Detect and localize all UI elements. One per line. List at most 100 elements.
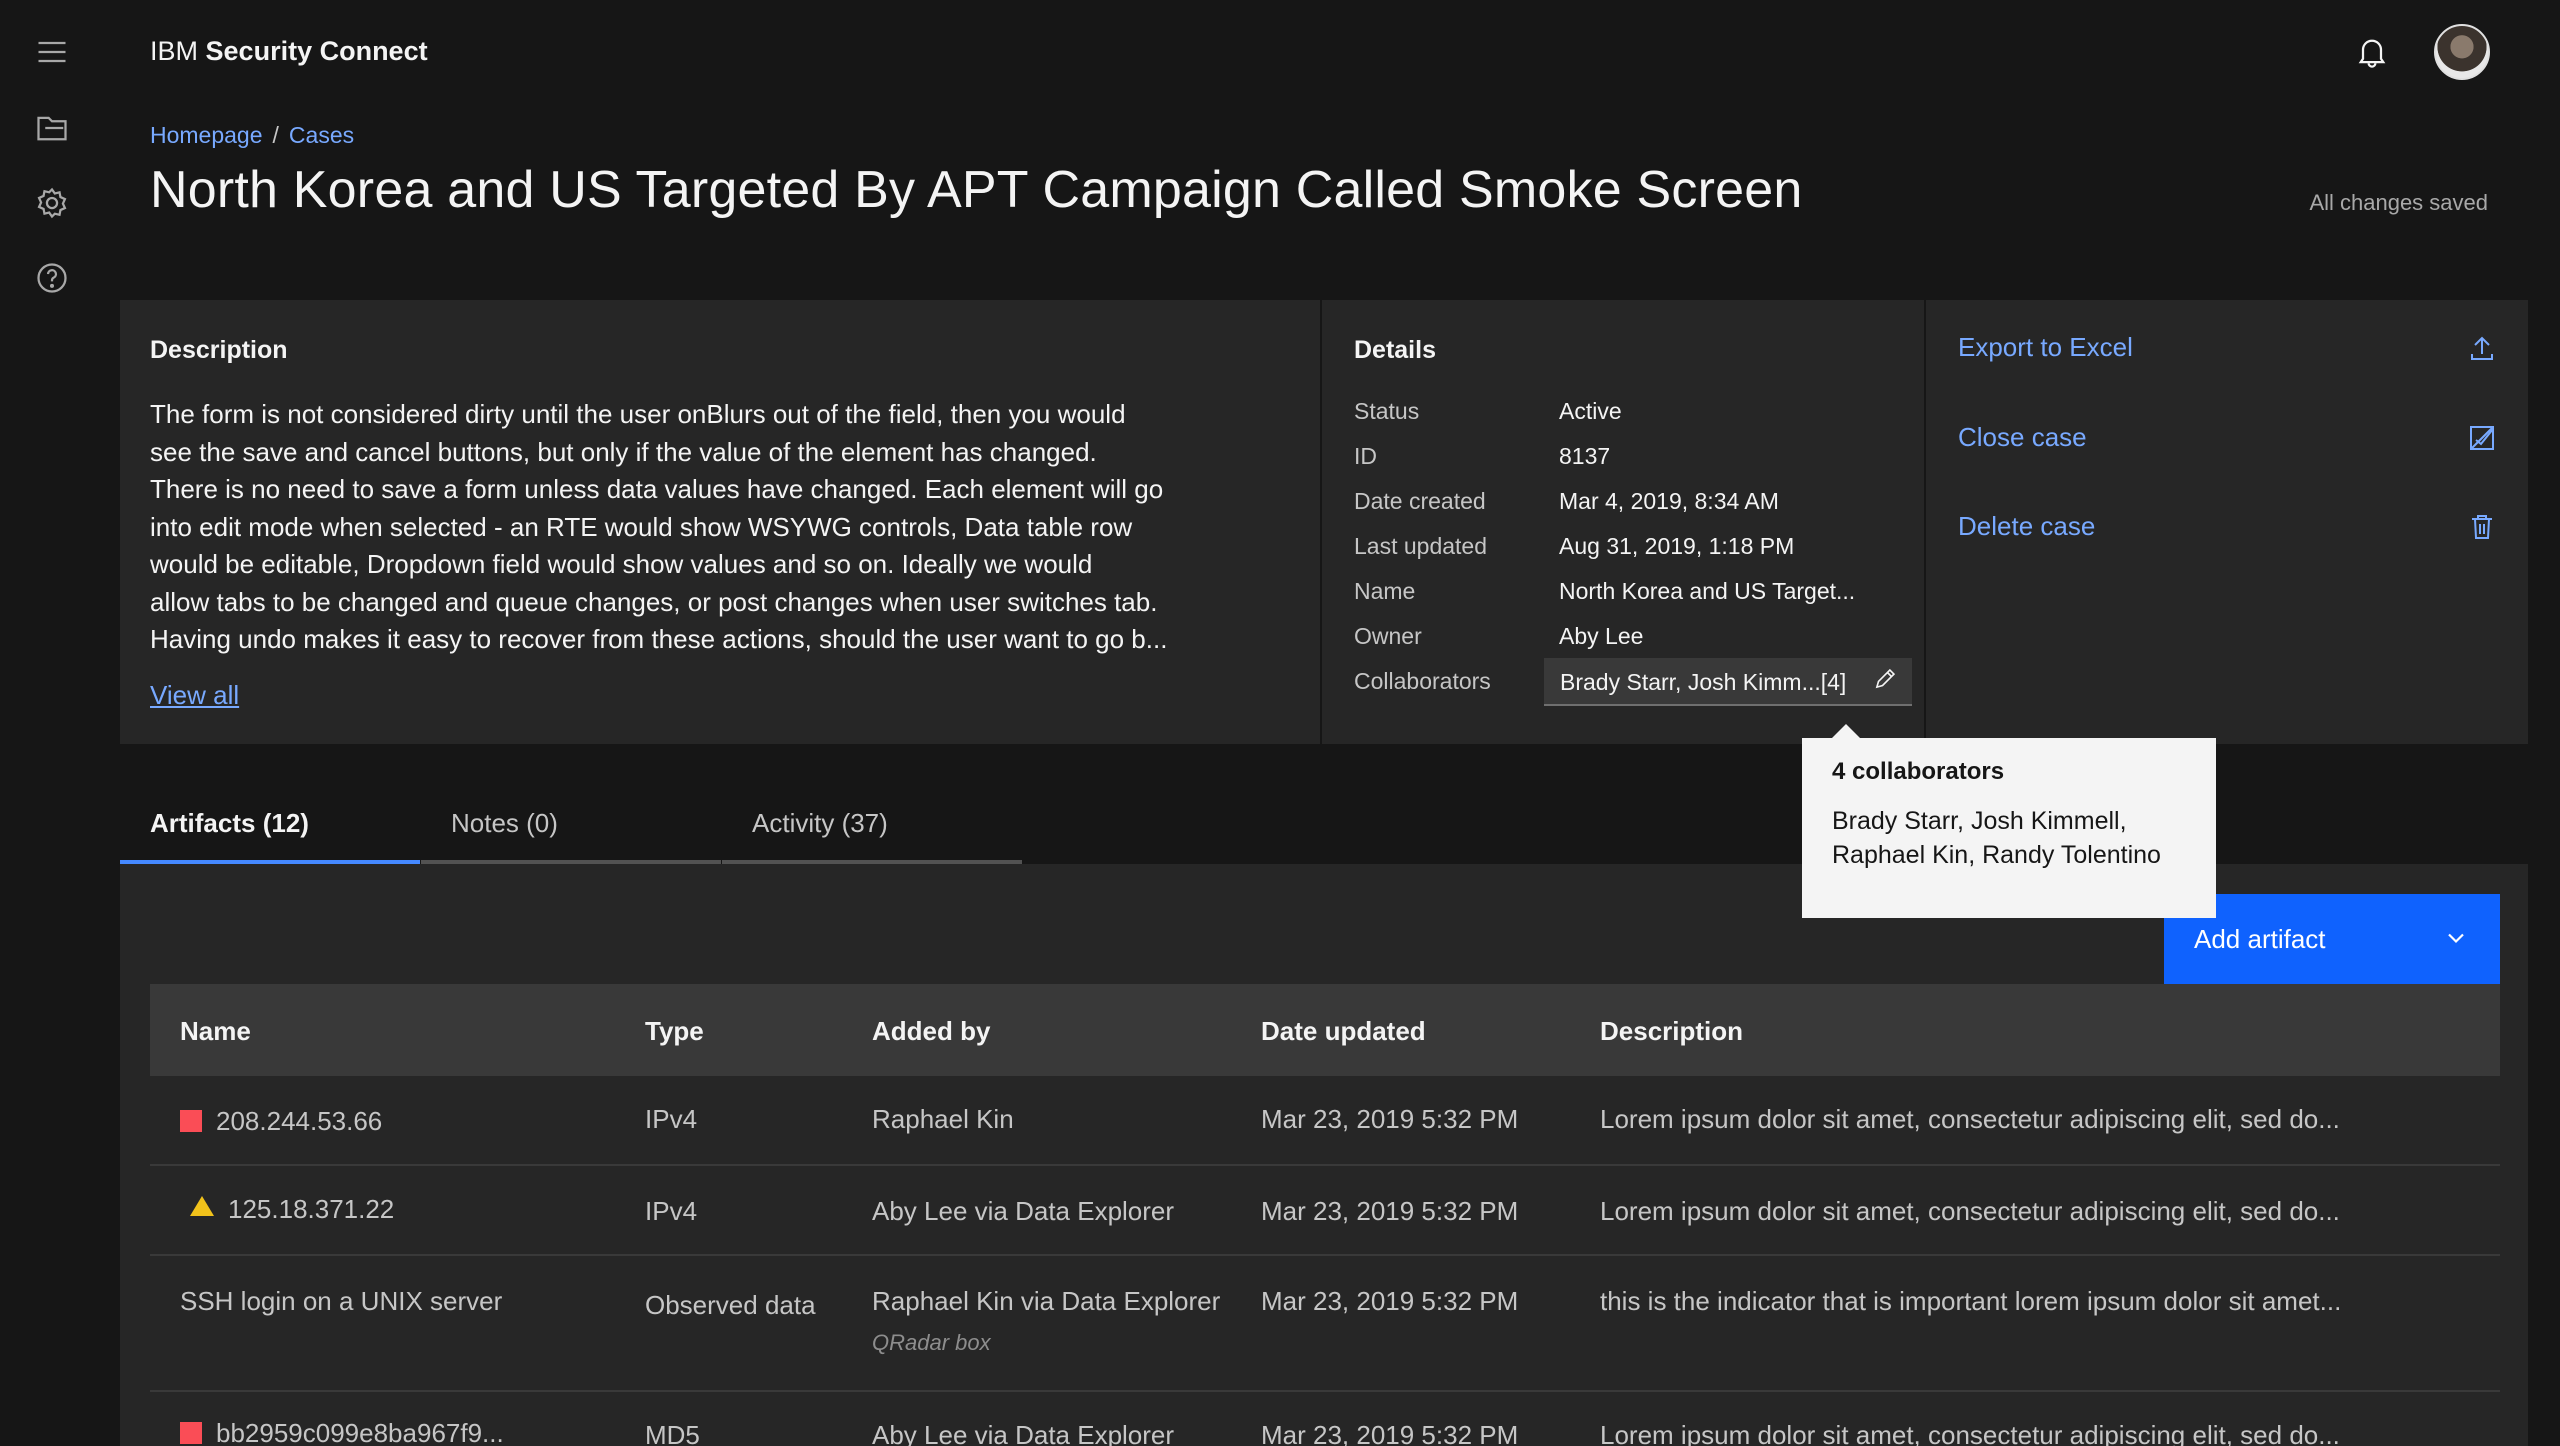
add-artifact-label: Add artifact: [2194, 924, 2326, 954]
artifact-type: MD5: [645, 1420, 700, 1446]
artifact-name: bb2959c099e8ba967f9...: [180, 1418, 504, 1446]
artifact-added-by: Raphael Kin: [872, 1104, 1014, 1134]
artifact-type: IPv4: [645, 1104, 698, 1134]
tooltip-title: 4 collaborators: [1832, 758, 2005, 785]
description-line: see the save and cancel buttons, but onl…: [150, 436, 1097, 467]
artifact-date: Mar 23, 2019 5:32 PM: [1261, 1420, 1519, 1446]
artifact-added-by: Aby Lee via Data Explorer: [872, 1420, 1175, 1446]
artifact-name-text: bb2959c099e8ba967f9...: [216, 1418, 504, 1446]
tab-artifacts[interactable]: Artifacts (12): [120, 808, 420, 864]
artifact-date: Mar 23, 2019 5:32 PM: [1261, 1104, 1519, 1134]
description-title: Description: [150, 336, 288, 364]
description-line: would be editable, Dropdown field would …: [150, 549, 1093, 579]
artifact-type: Observed data: [645, 1290, 816, 1320]
detail-value: Aby Lee: [1559, 623, 1644, 649]
breadcrumb-homepage[interactable]: Homepage: [150, 122, 263, 148]
upload-icon: [2471, 336, 2493, 360]
artifact-date: Mar 23, 2019 5:32 PM: [1261, 1196, 1519, 1226]
column-header-name[interactable]: Name: [180, 1016, 251, 1047]
tooltip-line: Brady Starr, Josh Kimmell,: [1832, 807, 2127, 835]
detail-key: Collaborators: [1354, 668, 1491, 694]
artifact-added-by: Aby Lee via Data Explorer: [872, 1196, 1175, 1226]
breadcrumb: Homepage / Cases: [150, 122, 354, 149]
close-case-icon: [2470, 426, 2494, 450]
collaborators-field[interactable]: Brady Starr, Josh Kimm...[4]: [1544, 658, 1912, 706]
artifact-name-text: 208.244.53.66: [216, 1106, 383, 1136]
artifact-description: Lorem ipsum dolor sit amet, consectetur …: [1600, 1196, 2340, 1226]
column-header-added-by[interactable]: Added by: [872, 1016, 990, 1047]
save-status: All changes saved: [2309, 190, 2488, 215]
notification-bell-icon[interactable]: [2350, 30, 2394, 74]
detail-key: Date created: [1354, 488, 1486, 514]
actions-section: Export to Excel Close case Delete case: [1928, 300, 2528, 744]
view-all-link[interactable]: View all: [150, 680, 239, 711]
severity-high-icon: [180, 1422, 202, 1444]
column-header-date-updated[interactable]: Date updated: [1261, 1016, 1426, 1047]
user-avatar[interactable]: [2434, 24, 2490, 80]
detail-key: ID: [1354, 443, 1377, 469]
tab-activity[interactable]: Activity (37): [722, 808, 1022, 864]
detail-key: Owner: [1354, 623, 1422, 649]
column-header-type[interactable]: Type: [645, 1016, 704, 1047]
collaborators-value: Brady Starr, Josh Kimm...[4]: [1560, 669, 1847, 695]
details-title: Details: [1354, 336, 1436, 364]
tab-notes[interactable]: Notes (0): [421, 808, 721, 864]
menu-icon[interactable]: [30, 30, 74, 74]
app-brand[interactable]: IBM Security Connect: [150, 36, 428, 67]
artifact-description: this is the indicator that is important …: [1600, 1286, 2342, 1316]
detail-value: North Korea and US Target...: [1559, 578, 1856, 604]
detail-key: Last updated: [1354, 533, 1488, 559]
action-label: Close case: [1958, 422, 2087, 452]
help-icon[interactable]: [30, 256, 74, 300]
artifact-description: Lorem ipsum dolor sit amet, consectetur …: [1600, 1104, 2340, 1134]
description-text: The form is not considered dirty until t…: [150, 396, 1230, 659]
table-row[interactable]: 125.18.371.22 IPv4 Aby Lee via Data Expl…: [150, 1166, 2500, 1256]
case-summary-panel: Description The form is not considered d…: [120, 300, 2528, 744]
detail-key: Name: [1354, 578, 1416, 604]
description-line: The form is not considered dirty until t…: [150, 399, 1126, 429]
description-line: Having undo makes it easy to recover fro…: [150, 624, 1168, 654]
severity-medium-icon: [190, 1196, 214, 1216]
artifact-name-text: 125.18.371.22: [228, 1194, 395, 1224]
table-header: Name Type Added by Date updated Descript…: [150, 984, 2500, 1076]
artifact-name-text: SSH login on a UNIX server: [180, 1286, 503, 1316]
trash-icon: [2472, 515, 2492, 539]
breadcrumb-cases[interactable]: Cases: [289, 122, 354, 148]
gear-icon[interactable]: [30, 181, 74, 225]
detail-key: Status: [1354, 398, 1420, 424]
severity-high-icon: [180, 1110, 202, 1132]
action-label: Delete case: [1958, 511, 2096, 541]
description-line: into edit mode when selected - an RTE wo…: [150, 511, 1133, 542]
brand-name: Security Connect: [205, 36, 428, 66]
table-row[interactable]: 208.244.53.66 IPv4 Raphael Kin Mar 23, 2…: [150, 1076, 2500, 1166]
side-rail: [0, 0, 104, 1446]
artifact-name: 208.244.53.66: [180, 1106, 382, 1137]
export-to-excel-button[interactable]: Export to Excel: [1958, 332, 2498, 363]
artifact-added-by: Raphael Kin via Data Explorer: [872, 1286, 1221, 1316]
detail-value: Mar 4, 2019, 8:34 AM: [1559, 488, 1779, 514]
brand-prefix: IBM: [150, 36, 199, 66]
artifact-name: 125.18.371.22: [190, 1194, 394, 1225]
description-line: allow tabs to be changed and queue chang…: [150, 586, 1158, 617]
table-row[interactable]: SSH login on a UNIX server Observed data…: [150, 1256, 2500, 1392]
detail-value: Active: [1559, 398, 1622, 424]
column-header-description[interactable]: Description: [1600, 1016, 1743, 1047]
artifact-source: QRadar box: [872, 1330, 991, 1355]
artifact-date: Mar 23, 2019 5:32 PM: [1261, 1286, 1519, 1316]
breadcrumb-separator: /: [272, 122, 279, 148]
table-row[interactable]: bb2959c099e8ba967f9... MD5 Aby Lee via D…: [150, 1392, 2500, 1446]
action-label: Export to Excel: [1958, 332, 2133, 362]
edit-pencil-icon[interactable]: [1872, 666, 1902, 696]
description-section: Description The form is not considered d…: [120, 300, 1322, 744]
description-line: There is no need to save a form unless d…: [150, 474, 1164, 504]
detail-value: Aug 31, 2019, 1:18 PM: [1559, 533, 1795, 559]
tooltip-line: Raphael Kin, Randy Tolentino: [1832, 841, 2161, 869]
delete-case-button[interactable]: Delete case: [1958, 511, 2498, 542]
page-title: North Korea and US Targeted By APT Campa…: [150, 161, 1803, 219]
detail-value: 8137: [1559, 443, 1611, 469]
collaborators-tooltip: 4 collaborators Brady Starr, Josh Kimmel…: [1802, 724, 2216, 918]
artifact-description: Lorem ipsum dolor sit amet, consectetur …: [1600, 1420, 2340, 1446]
folder-icon[interactable]: [30, 106, 74, 150]
close-case-button[interactable]: Close case: [1958, 422, 2498, 453]
artifact-type: IPv4: [645, 1196, 698, 1226]
